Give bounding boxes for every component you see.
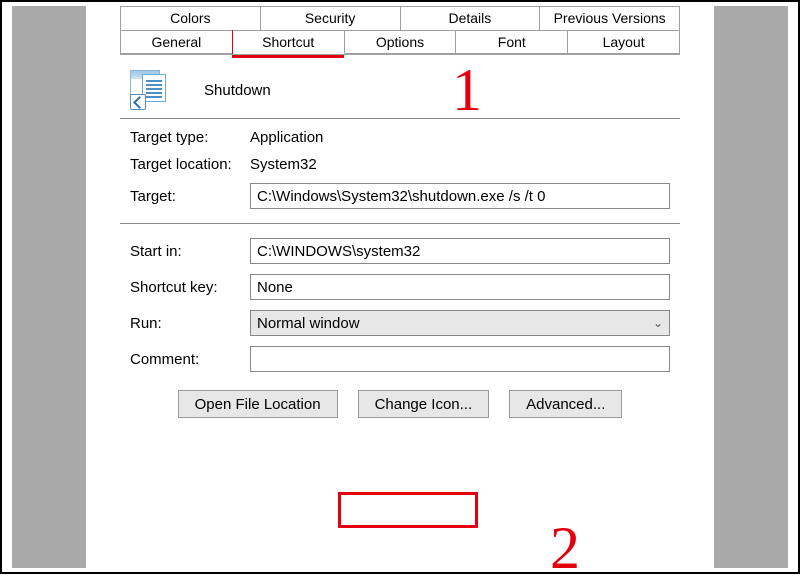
run-select[interactable]: Normal window ⌄ [250, 310, 670, 336]
form: Target type: Application Target location… [120, 129, 680, 418]
label-comment: Comment: [130, 351, 250, 368]
tab-details[interactable]: Details [401, 6, 541, 30]
tab-colors[interactable]: Colors [120, 6, 261, 30]
tab-layout[interactable]: Layout [568, 30, 680, 54]
row-target-location: Target location: System32 [130, 156, 670, 173]
row-start-in: Start in: [130, 238, 670, 264]
label-target: Target: [130, 188, 250, 205]
button-row: Open File Location Change Icon... Advanc… [130, 390, 670, 418]
run-select-value: Normal window [257, 315, 360, 332]
frame-right [708, 6, 794, 568]
tab-previous-versions[interactable]: Previous Versions [540, 6, 680, 30]
tab-shortcut[interactable]: Shortcut [233, 30, 345, 54]
row-comment: Comment: [130, 346, 670, 372]
shortcut-key-input[interactable] [250, 274, 670, 300]
tab-options[interactable]: Options [345, 30, 457, 54]
row-run: Run: Normal window ⌄ [130, 310, 670, 336]
shortcut-title: Shutdown [204, 82, 271, 99]
annotation-box-change-icon [338, 492, 478, 528]
properties-dialog: Colors Security Details Previous Version… [100, 6, 700, 568]
row-shortcut-key: Shortcut key: [130, 274, 670, 300]
tab-strip: Colors Security Details Previous Version… [120, 6, 680, 54]
label-start-in: Start in: [130, 243, 250, 260]
tab-row-1: Colors Security Details Previous Version… [120, 6, 680, 30]
change-icon-button[interactable]: Change Icon... [358, 390, 490, 418]
label-shortcut-key: Shortcut key: [130, 279, 250, 296]
open-file-location-button[interactable]: Open File Location [178, 390, 338, 418]
label-target-location: Target location: [130, 156, 250, 173]
tab-general[interactable]: General [120, 30, 233, 54]
target-input[interactable] [250, 183, 670, 209]
chevron-down-icon: ⌄ [653, 316, 663, 330]
frame-left [6, 6, 92, 568]
label-run: Run: [130, 315, 250, 332]
value-target-type: Application [250, 129, 323, 146]
comment-input[interactable] [250, 346, 670, 372]
advanced-button[interactable]: Advanced... [509, 390, 622, 418]
label-target-type: Target type: [130, 129, 250, 146]
shortcut-icon [130, 70, 176, 110]
separator-2 [120, 223, 680, 224]
tab-row-2: General Shortcut Options Font Layout [120, 30, 680, 54]
tab-security[interactable]: Security [261, 6, 401, 30]
tab-font[interactable]: Font [456, 30, 568, 54]
start-in-input[interactable] [250, 238, 670, 264]
row-target: Target: [130, 183, 670, 209]
value-target-location: System32 [250, 156, 317, 173]
row-target-type: Target type: Application [130, 129, 670, 146]
separator-1 [120, 118, 680, 119]
shortcut-page: Shutdown Target type: Application Target… [120, 56, 680, 558]
title-row: Shutdown [130, 70, 670, 110]
